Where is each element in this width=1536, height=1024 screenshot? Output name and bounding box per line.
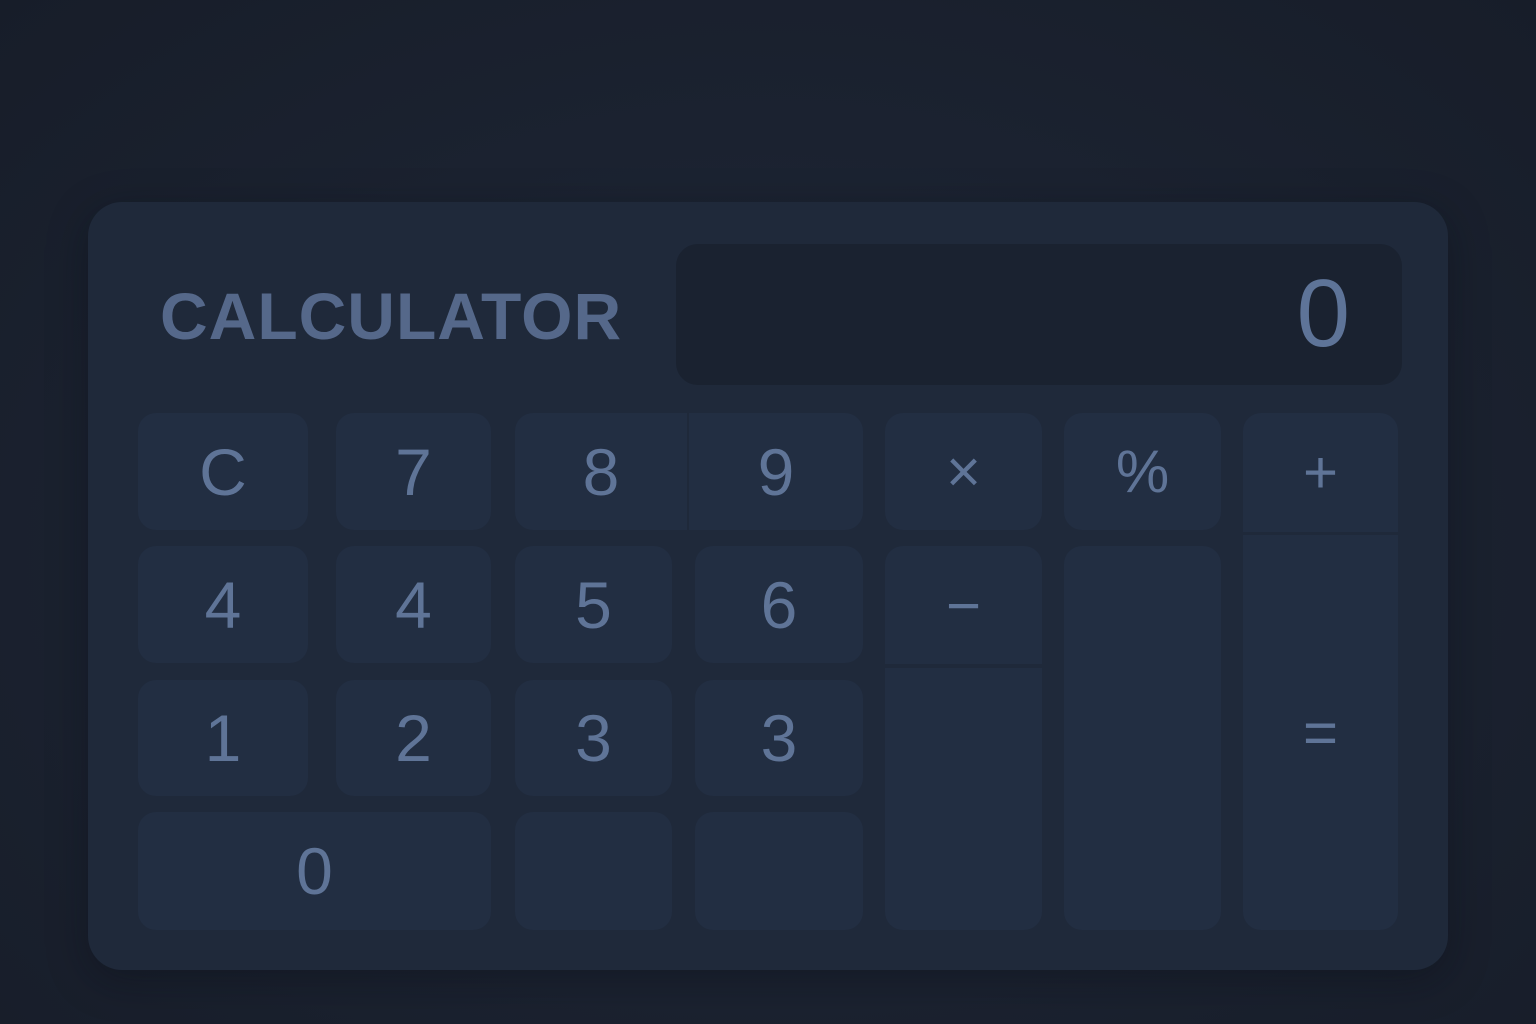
equals-label: =: [1302, 699, 1339, 766]
percent-label: %: [1115, 438, 1170, 505]
minus-label: −: [945, 571, 982, 639]
calculator-display: 0: [676, 244, 1402, 385]
plus-button[interactable]: +: [1243, 413, 1398, 532]
minus-button[interactable]: −: [885, 546, 1042, 664]
digit-7-button[interactable]: 7: [336, 413, 491, 530]
display-value: 0: [1296, 260, 1350, 367]
digit-2-button[interactable]: 2: [336, 680, 491, 796]
digit-4-button[interactable]: 4: [138, 546, 308, 663]
digit-7-label: 7: [395, 434, 432, 509]
digit-2-label: 2: [395, 701, 432, 775]
digit-0-button[interactable]: 0: [138, 812, 491, 930]
digit-4-button-secondary[interactable]: 4: [336, 546, 491, 663]
app-title: CALCULATOR: [160, 279, 623, 353]
digit-3-label: 3: [575, 701, 612, 775]
blank-button-2[interactable]: [695, 812, 863, 930]
clear-button-label: C: [199, 434, 247, 509]
blank-tall-button[interactable]: [1064, 546, 1221, 930]
clear-button[interactable]: C: [138, 413, 308, 530]
digit-9-button[interactable]: 9: [689, 413, 863, 530]
digit-6-label: 6: [760, 567, 798, 642]
digit-8-label: 8: [582, 434, 620, 509]
digit-9-label: 9: [757, 434, 795, 509]
digit-4-secondary-label: 4: [395, 567, 432, 642]
digit-5-label: 5: [575, 567, 612, 642]
percent-button[interactable]: %: [1064, 413, 1221, 530]
digit-1-button[interactable]: 1: [138, 680, 308, 796]
multiply-button[interactable]: ×: [885, 413, 1042, 530]
digit-3-button-secondary[interactable]: 3: [695, 680, 863, 796]
digit-6-button[interactable]: 6: [695, 546, 863, 663]
blank-tall-button-left[interactable]: [885, 668, 1042, 930]
equals-button[interactable]: =: [1243, 535, 1398, 930]
digit-3-button[interactable]: 3: [515, 680, 672, 796]
digit-3-secondary-label: 3: [760, 701, 798, 775]
calculator-panel: CALCULATOR 0 C 7 8 9 × % + 4 4 5 6 − = 1…: [88, 202, 1448, 970]
digit-5-button[interactable]: 5: [515, 546, 672, 663]
digit-0-label: 0: [296, 834, 333, 908]
digit-8-button[interactable]: 8: [515, 413, 687, 530]
blank-button-1[interactable]: [515, 812, 672, 930]
multiply-label: ×: [945, 438, 982, 505]
digit-4-label: 4: [204, 567, 242, 642]
digit-1-label: 1: [204, 701, 242, 775]
plus-label: +: [1302, 439, 1339, 506]
